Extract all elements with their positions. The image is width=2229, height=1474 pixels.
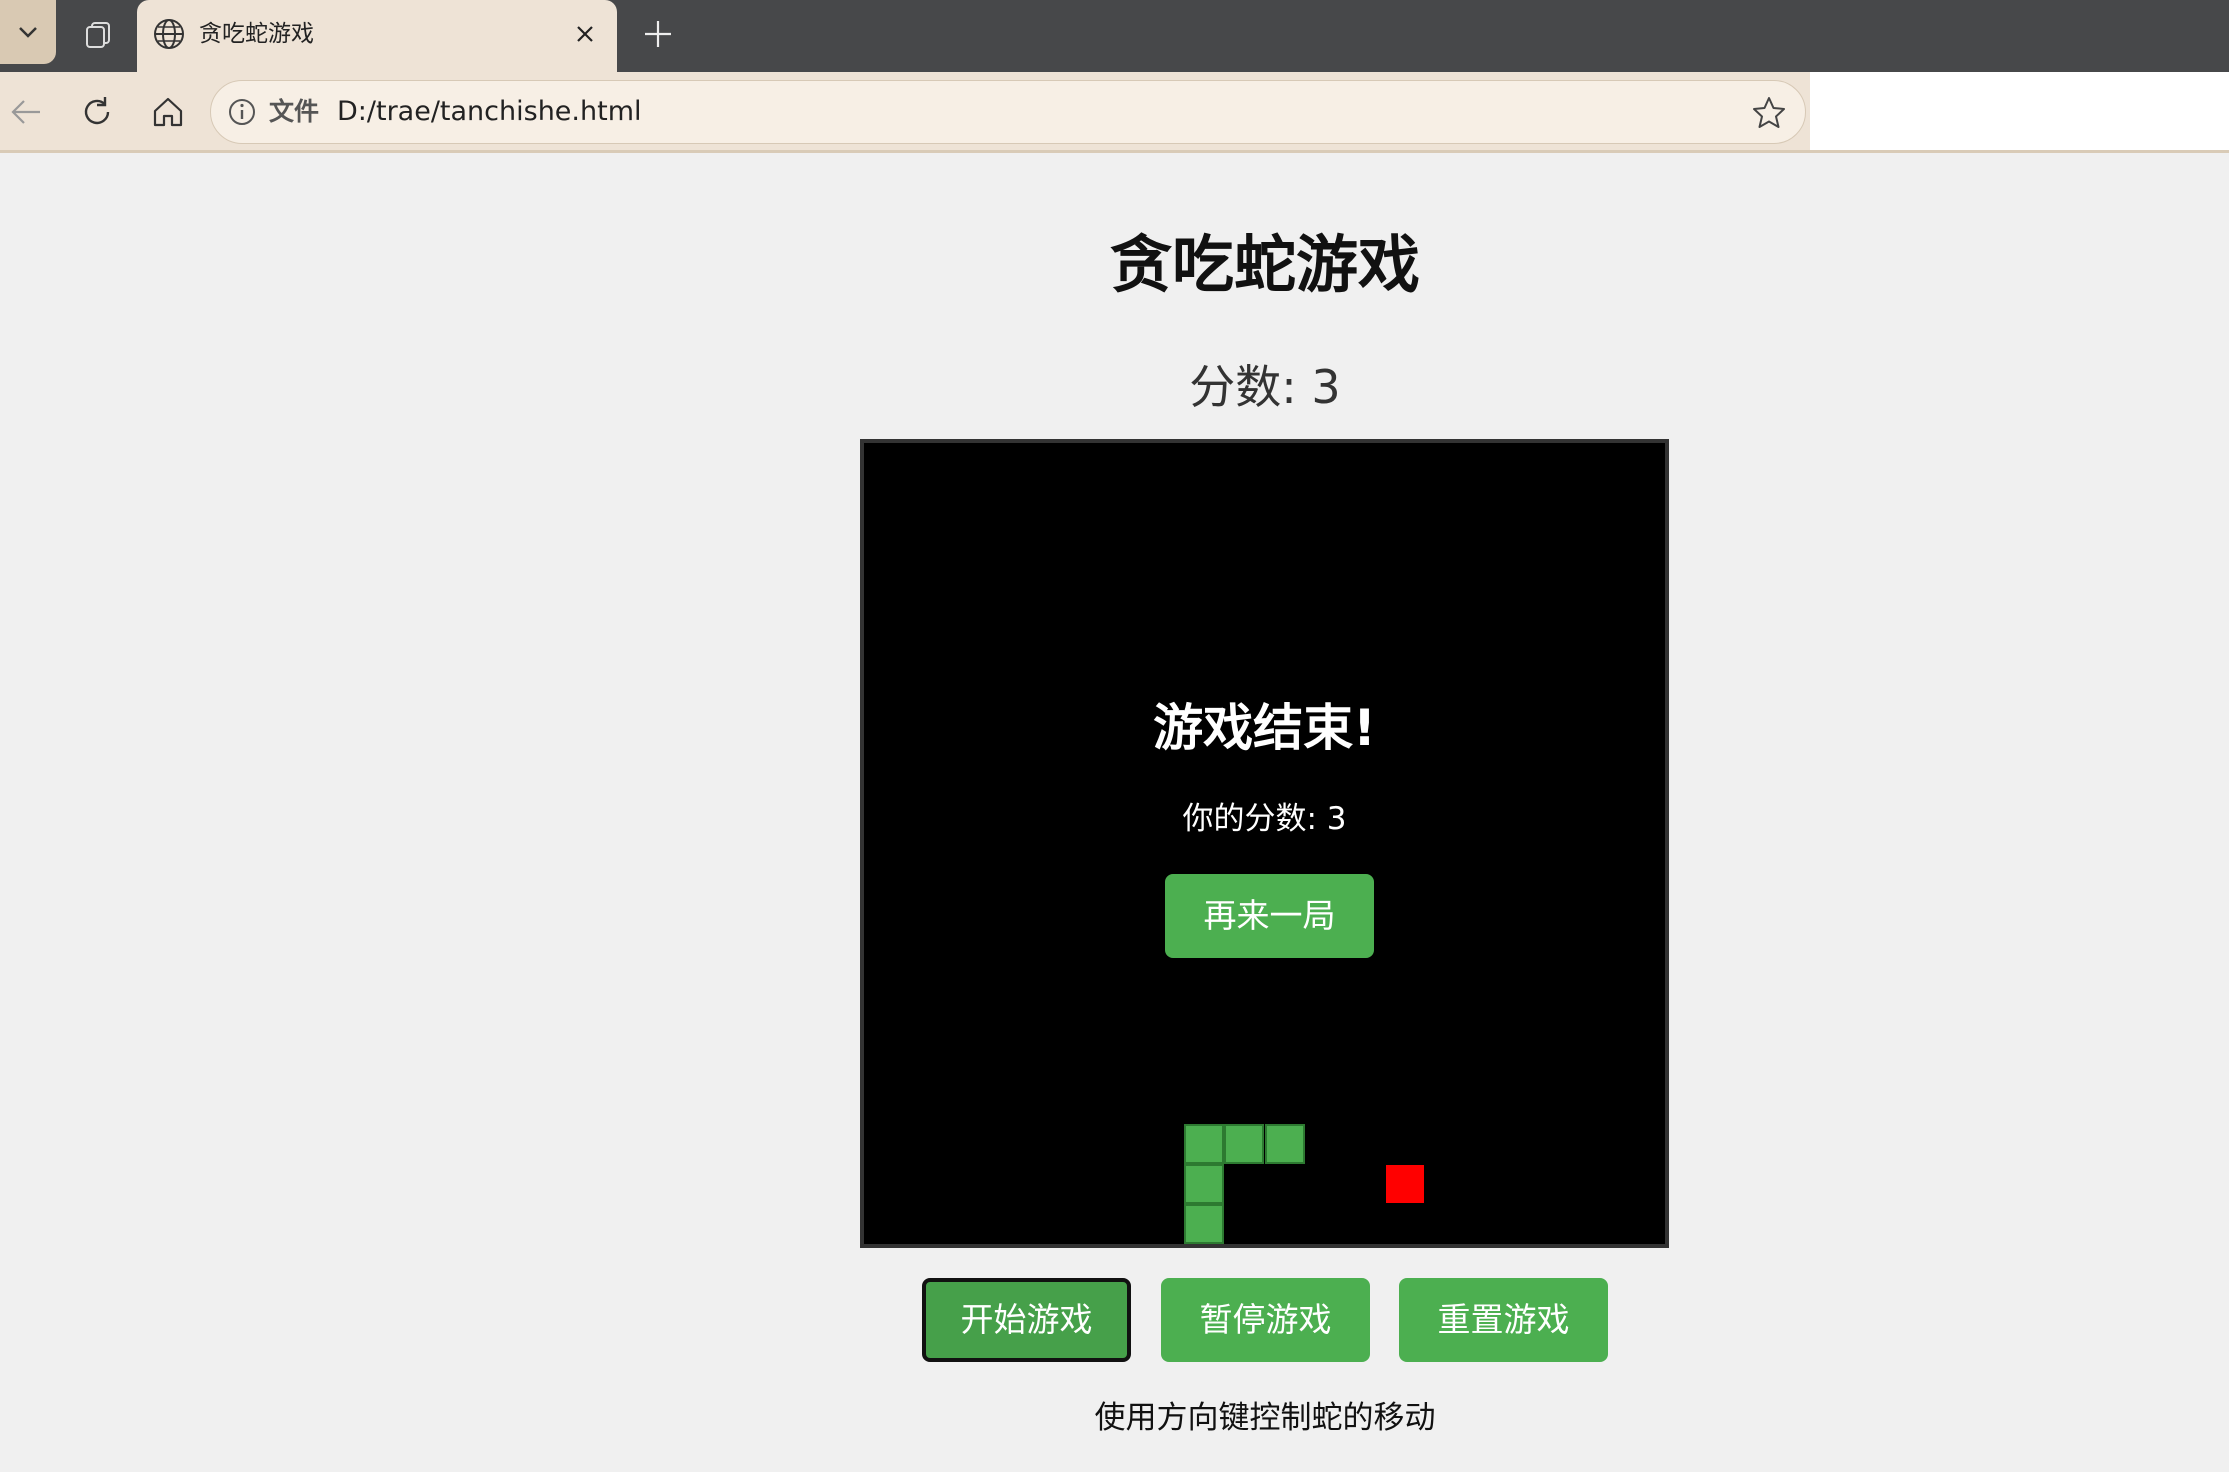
plus-icon — [645, 21, 671, 47]
close-icon — [577, 26, 593, 42]
home-icon — [153, 97, 183, 127]
reload-button[interactable] — [75, 90, 119, 134]
snake-segment — [1224, 1123, 1265, 1164]
active-tab[interactable]: 贪吃蛇游戏 — [137, 0, 617, 72]
snake-segment — [1184, 1163, 1225, 1204]
game-over-score: 你的分数: 3 — [1182, 801, 1347, 837]
scheme-label: 文件 — [269, 97, 320, 126]
toolbar-divider — [0, 150, 2229, 153]
back-arrow-icon — [11, 100, 40, 124]
info-icon[interactable] — [227, 97, 257, 127]
reload-icon — [84, 97, 110, 125]
chevron-down-icon — [19, 27, 37, 38]
tab-title: 贪吃蛇游戏 — [199, 21, 314, 47]
url-text[interactable]: D:/trae/tanchishe.html — [337, 95, 642, 129]
instructions-text: 使用方向键控制蛇的移动 — [1094, 1400, 1436, 1436]
score-display: 分数: 3 — [1189, 360, 1341, 414]
snake-segment — [1184, 1203, 1225, 1244]
workspaces-icon — [86, 22, 110, 48]
address-bar[interactable]: 文件 D:/trae/tanchishe.html — [210, 80, 1806, 144]
snake-segment — [1264, 1123, 1305, 1164]
reset-game-button[interactable]: 重置游戏 — [1399, 1278, 1608, 1362]
close-tab-button[interactable] — [569, 18, 601, 50]
game-board[interactable]: 游戏结束! 你的分数: 3 再来一局 — [860, 439, 1669, 1248]
pause-game-button[interactable]: 暂停游戏 — [1161, 1278, 1370, 1362]
workspaces-button[interactable] — [72, 10, 124, 58]
star-icon[interactable] — [1751, 95, 1787, 131]
back-button[interactable] — [4, 90, 48, 134]
snake-head — [1184, 1123, 1225, 1164]
food — [1385, 1164, 1424, 1203]
start-game-button[interactable]: 开始游戏 — [922, 1278, 1131, 1362]
globe-icon — [154, 19, 184, 49]
page-title: 贪吃蛇游戏 — [1109, 228, 1420, 301]
tab-bar: 贪吃蛇游戏 — [0, 0, 2229, 72]
new-tab-button[interactable] — [636, 12, 680, 56]
tab-list-button[interactable] — [0, 0, 56, 64]
toolbar-blank-area — [1810, 72, 2229, 150]
game-controls: 开始游戏 暂停游戏 重置游戏 — [0, 1278, 2229, 1362]
home-button[interactable] — [146, 90, 190, 134]
game-over-title: 游戏结束! — [1153, 699, 1376, 757]
play-again-button[interactable]: 再来一局 — [1165, 874, 1374, 958]
